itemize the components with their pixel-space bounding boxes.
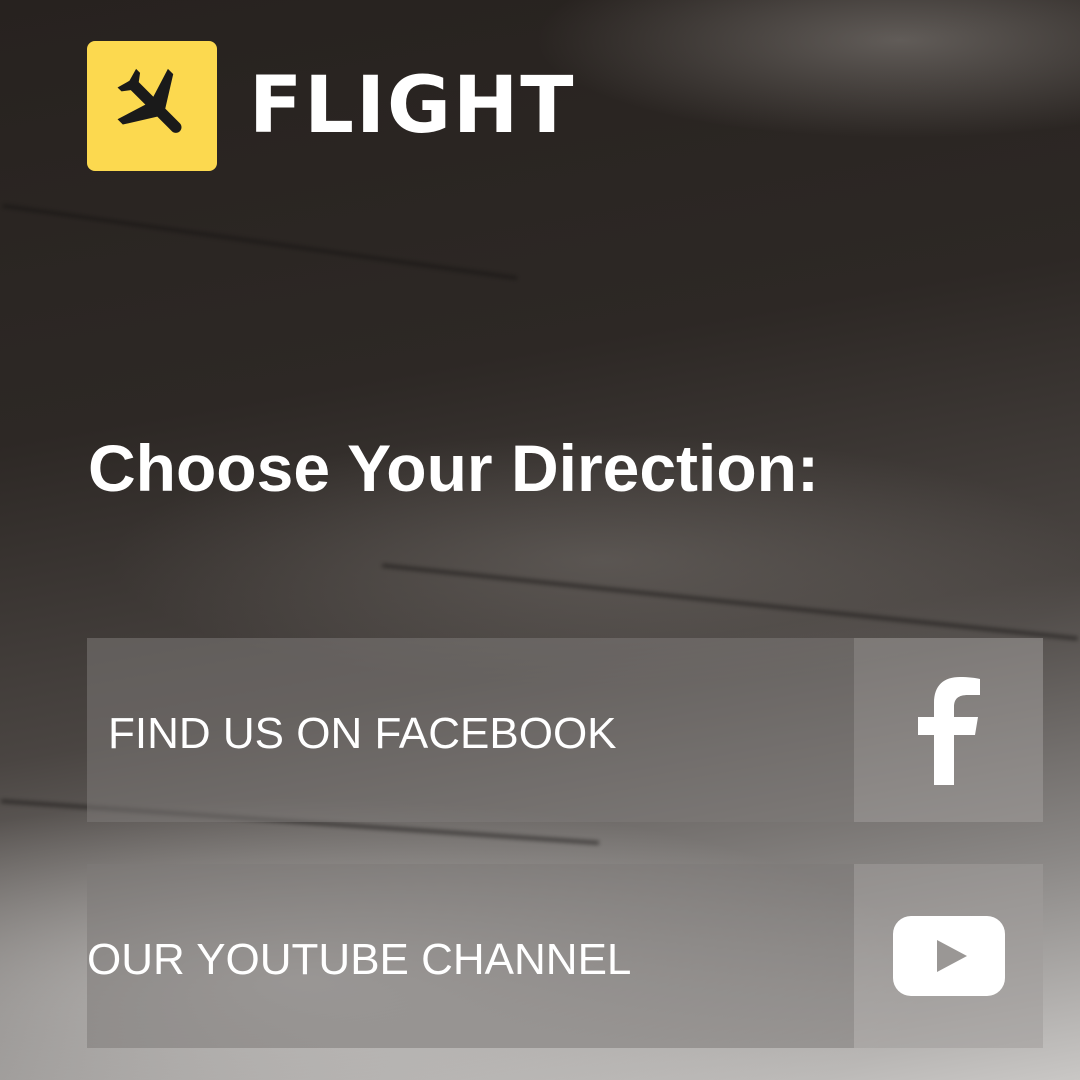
background-streak	[381, 563, 1079, 641]
youtube-icon	[892, 916, 1005, 996]
facebook-link-button[interactable]: FIND US ON FACEBOOK	[87, 638, 1043, 822]
youtube-link-button[interactable]: OUR YOUTUBE CHANNEL	[87, 864, 1043, 1048]
facebook-icon	[917, 677, 980, 785]
youtube-link-label: OUR YOUTUBE CHANNEL	[87, 864, 854, 1048]
airplane-icon	[117, 68, 182, 133]
brand-name: FLIGHT	[249, 61, 576, 151]
facebook-icon-box	[854, 638, 1043, 822]
youtube-icon-box	[854, 864, 1043, 1048]
logo-badge	[87, 41, 217, 171]
page-title: Choose Your Direction:	[88, 431, 819, 505]
facebook-link-label: FIND US ON FACEBOOK	[87, 638, 854, 822]
brand-logo[interactable]: FLIGHT	[87, 41, 576, 171]
background-streak	[2, 203, 518, 281]
